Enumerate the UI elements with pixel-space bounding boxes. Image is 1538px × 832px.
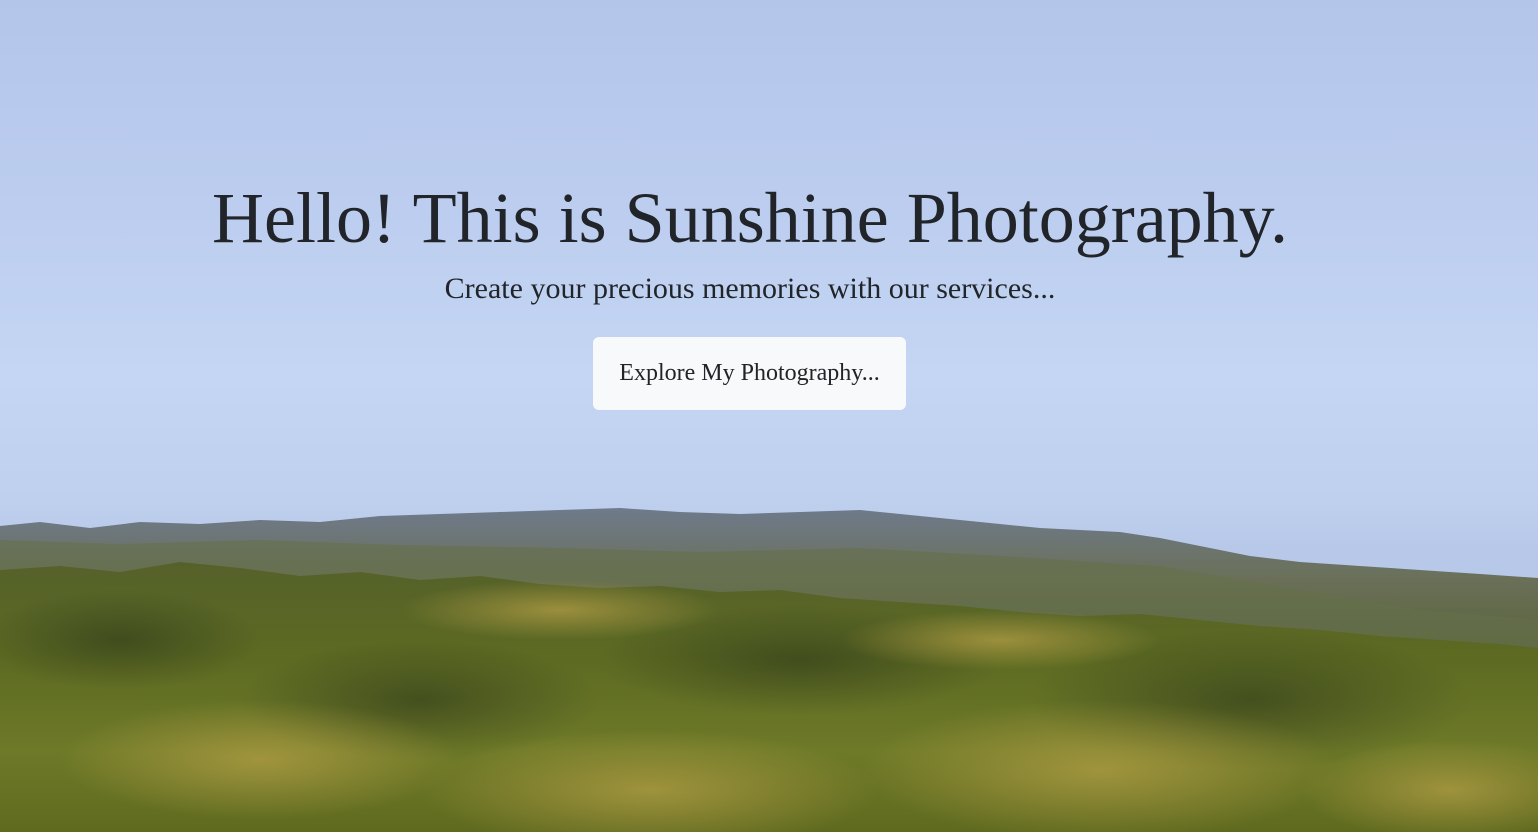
explore-photography-button[interactable]: Explore My Photography...: [593, 337, 906, 410]
landscape-background-image: [0, 508, 1538, 832]
hero-title: Hello! This is Sunshine Photography.: [212, 178, 1288, 258]
hero-section: Hello! This is Sunshine Photography. Cre…: [0, 0, 1538, 832]
hero-subtitle: Create your precious memories with our s…: [444, 272, 1056, 305]
